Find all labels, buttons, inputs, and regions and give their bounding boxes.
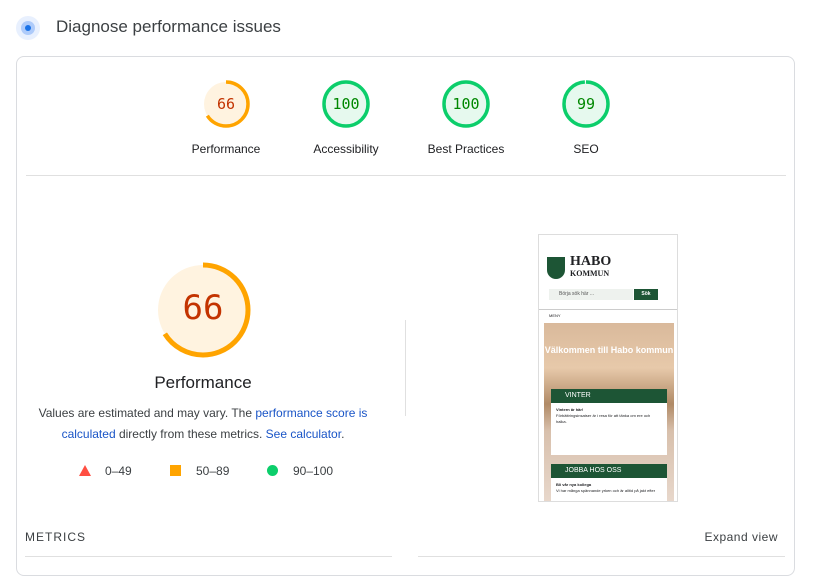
desc-text: directly from these metrics. xyxy=(115,427,266,441)
page-title: Diagnose performance issues xyxy=(56,17,281,36)
gauge-score: 66 xyxy=(216,95,236,113)
metrics-label: METRICS xyxy=(25,530,86,544)
gauge-label: Best Practices xyxy=(427,142,505,156)
legend-pass: 90–100 xyxy=(293,464,334,478)
thumb-card2-text: Vi har många spännande yrken och är allt… xyxy=(556,488,656,493)
expand-view-button[interactable]: Expand view xyxy=(704,530,778,544)
gauge-label: Accessibility xyxy=(313,142,379,156)
performance-heading: Performance xyxy=(154,373,252,392)
desc-text: Values are estimated and may vary. The xyxy=(38,406,256,420)
score-description: Values are estimated and may vary. The p… xyxy=(30,403,376,445)
desc-text: . xyxy=(341,427,345,441)
legend-fail: 0–49 xyxy=(105,464,132,478)
page-screenshot-thumbnail: HABO KOMMUN Börja sök här ... Sök MENY V… xyxy=(538,234,678,502)
legend-average: 50–89 xyxy=(196,464,230,478)
category-gauge-accessibility[interactable]: 100 Accessibility xyxy=(286,79,406,156)
thumb-card1-heading: Vintern är här! xyxy=(556,407,584,412)
gauge-label: SEO xyxy=(573,142,599,156)
category-gauge-performance[interactable]: 66 Performance xyxy=(166,79,286,156)
gauge-label: Performance xyxy=(191,142,261,156)
average-square-icon xyxy=(170,465,181,476)
category-gauge-best-practices[interactable]: 100 Best Practices xyxy=(406,79,526,156)
brand-name: HABO xyxy=(570,254,612,269)
brand-sub: KOMMUN xyxy=(570,269,610,278)
gauge-score: 99 xyxy=(576,95,596,113)
thumb-search-button: Sök xyxy=(634,289,658,300)
thumb-card2-title: JOBBA HOS OSS xyxy=(551,464,667,478)
thumb-card2-heading: Bli vår nya kollega xyxy=(556,482,592,487)
gauge-icon xyxy=(16,16,40,40)
thumb-menu: MENY xyxy=(549,313,561,318)
fail-triangle-icon xyxy=(79,465,91,476)
habo-logo-icon xyxy=(547,257,565,279)
thumb-search: Börja sök här ... xyxy=(549,289,633,300)
vertical-divider xyxy=(405,320,406,416)
category-gauge-seo[interactable]: 99 SEO xyxy=(526,79,646,156)
thumb-hero: Välkommen till Habo kommun xyxy=(544,345,674,355)
see-calculator-link[interactable]: See calculator xyxy=(266,427,341,441)
thumb-card1-title: VINTER xyxy=(551,389,667,403)
gauge-score: 100 xyxy=(452,95,480,113)
thumb-card1-text: Förbättringsinsatser är i resa för att t… xyxy=(556,413,651,424)
pass-circle-icon xyxy=(267,465,278,476)
divider xyxy=(26,175,786,176)
gauge-score: 100 xyxy=(332,95,360,113)
performance-score: 66 xyxy=(182,288,224,328)
